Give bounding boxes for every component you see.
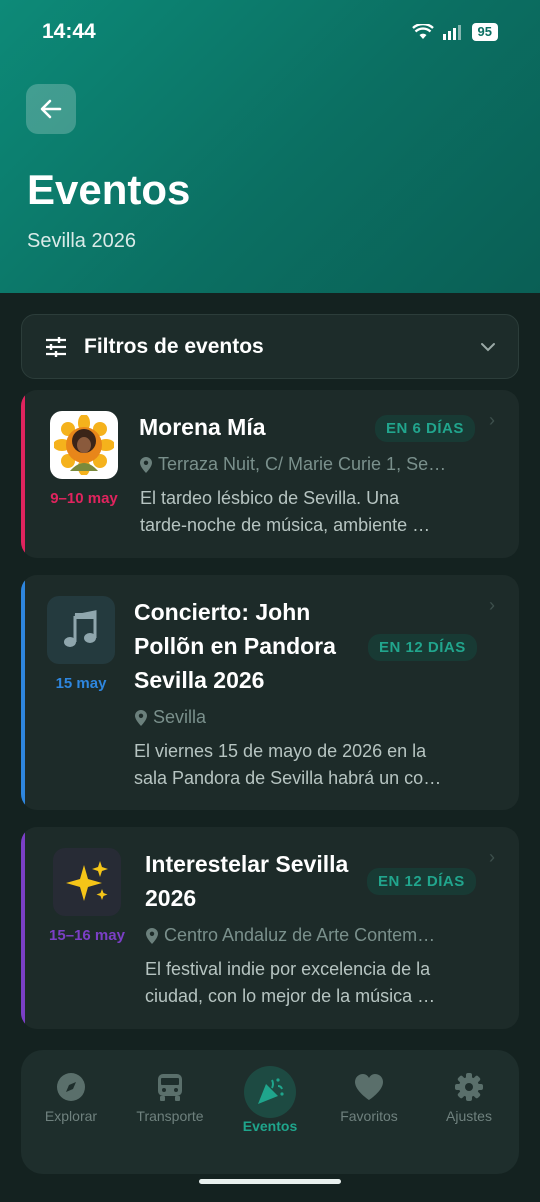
sunflower-portrait-image xyxy=(54,415,114,475)
event-title: Interestelar Sevilla 2026 xyxy=(145,847,375,915)
event-card[interactable]: 9–10 may Morena Mía EN 6 DÍAS › Terraza … xyxy=(21,390,519,558)
bus-icon xyxy=(158,1074,182,1101)
nav-active-indicator xyxy=(244,1066,296,1118)
event-description-line: El festival indie por excelencia de la xyxy=(145,959,431,979)
sparkles-icon xyxy=(66,861,108,901)
location-pin-icon xyxy=(135,709,147,726)
event-description: El viernes 15 de mayo de 2026 en la sala… xyxy=(134,738,494,792)
gear-icon xyxy=(455,1073,483,1101)
arrow-left-icon xyxy=(40,99,62,119)
event-location-text: Centro Andaluz de Arte Contem… xyxy=(164,925,436,945)
card-accent-stripe xyxy=(21,827,25,1029)
nav-label: Transporte xyxy=(136,1108,204,1124)
event-title-line: Concierto: John xyxy=(134,599,311,625)
event-description-line: El tardeo lésbico de Sevilla. Una xyxy=(140,488,400,508)
event-title-line: 2026 xyxy=(145,885,197,911)
chevron-right-icon: › xyxy=(489,595,495,615)
event-title-line: Sevilla 2026 xyxy=(134,667,265,693)
nav-label: Explorar xyxy=(44,1108,98,1124)
event-description-line: El viernes 15 de mayo de 2026 en la xyxy=(134,741,427,761)
event-thumbnail xyxy=(47,596,115,664)
event-thumbnail xyxy=(53,848,121,916)
location-pin-icon xyxy=(140,456,152,473)
compass-icon xyxy=(57,1073,85,1101)
event-location: Terraza Nuit, C/ Marie Curie 1, Se… xyxy=(140,454,480,475)
event-description-line: tarde-noche de música, ambiente … xyxy=(140,515,431,535)
event-description-line: ciudad, con lo mejor de la música … xyxy=(145,986,436,1006)
event-description-line: sala Pandora de Sevilla habrá un co… xyxy=(134,768,442,788)
chevron-right-icon: › xyxy=(489,410,495,430)
event-title-line: Pollõn en Pandora xyxy=(134,633,336,659)
location-pin-icon xyxy=(146,927,158,944)
event-card[interactable]: 15 may Concierto: John Pollõn en Pandora… xyxy=(21,575,519,810)
page-subtitle: Sevilla 2026 xyxy=(27,230,136,252)
back-button[interactable] xyxy=(26,84,76,134)
nav-label: Ajustes xyxy=(446,1108,492,1124)
home-indicator[interactable] xyxy=(199,1179,341,1184)
event-filters-toggle[interactable]: Filtros de eventos xyxy=(21,314,519,379)
event-title-line: Interestelar Sevilla xyxy=(145,851,349,877)
card-accent-stripe xyxy=(21,390,25,558)
event-location-text: Terraza Nuit, C/ Marie Curie 1, Se… xyxy=(158,454,447,474)
status-icons: 95 xyxy=(411,23,498,41)
signal-icon xyxy=(442,25,461,40)
card-accent-stripe xyxy=(21,575,25,810)
nav-item-favoritos[interactable]: Favoritos xyxy=(319,1072,419,1124)
event-description: El tardeo lésbico de Sevilla. Una tarde-… xyxy=(140,485,490,539)
event-location: Sevilla xyxy=(135,707,475,728)
sliders-icon xyxy=(46,336,66,357)
battery-indicator: 95 xyxy=(471,23,498,41)
music-note-icon xyxy=(64,610,97,647)
event-location-text: Sevilla xyxy=(153,707,207,727)
bottom-navigation: Explorar Transporte Eventos Favoritos Aj… xyxy=(21,1050,519,1174)
event-title: Morena Mía xyxy=(139,414,266,440)
chevron-right-icon: › xyxy=(489,847,495,867)
header: 14:44 95 Eventos Sevilla 2026 xyxy=(0,0,540,293)
wifi-icon xyxy=(411,24,434,39)
nav-item-transporte[interactable]: Transporte xyxy=(120,1072,220,1124)
event-thumbnail-image xyxy=(50,411,118,479)
event-date: 15 may xyxy=(55,675,107,692)
heart-icon xyxy=(355,1074,383,1100)
nav-item-ajustes[interactable]: Ajustes xyxy=(419,1072,519,1124)
event-countdown-badge: EN 12 DÍAS xyxy=(368,634,477,661)
event-description: El festival indie por excelencia de la c… xyxy=(145,956,495,1010)
page-title: Eventos xyxy=(27,166,191,213)
event-date: 15–16 may xyxy=(49,927,125,944)
nav-item-eventos[interactable]: Eventos xyxy=(220,1066,320,1134)
nav-label: Favoritos xyxy=(340,1108,398,1124)
event-countdown-badge: EN 12 DÍAS xyxy=(367,868,476,895)
nav-label: Eventos xyxy=(242,1118,298,1134)
event-card[interactable]: 15–16 may Interestelar Sevilla 2026 EN 1… xyxy=(21,827,519,1029)
event-countdown-badge: EN 6 DÍAS xyxy=(375,415,475,442)
nav-item-explorar[interactable]: Explorar xyxy=(21,1072,121,1124)
event-location: Centro Andaluz de Arte Contem… xyxy=(146,925,476,946)
party-popper-icon xyxy=(258,1078,284,1104)
status-time: 14:44 xyxy=(42,20,96,43)
event-title: Concierto: John Pollõn en Pandora Sevill… xyxy=(134,595,364,697)
status-bar: 14:44 95 xyxy=(0,0,540,64)
chevron-down-icon xyxy=(481,342,495,351)
filters-label: Filtros de eventos xyxy=(84,334,264,358)
event-date: 9–10 may xyxy=(50,490,118,507)
